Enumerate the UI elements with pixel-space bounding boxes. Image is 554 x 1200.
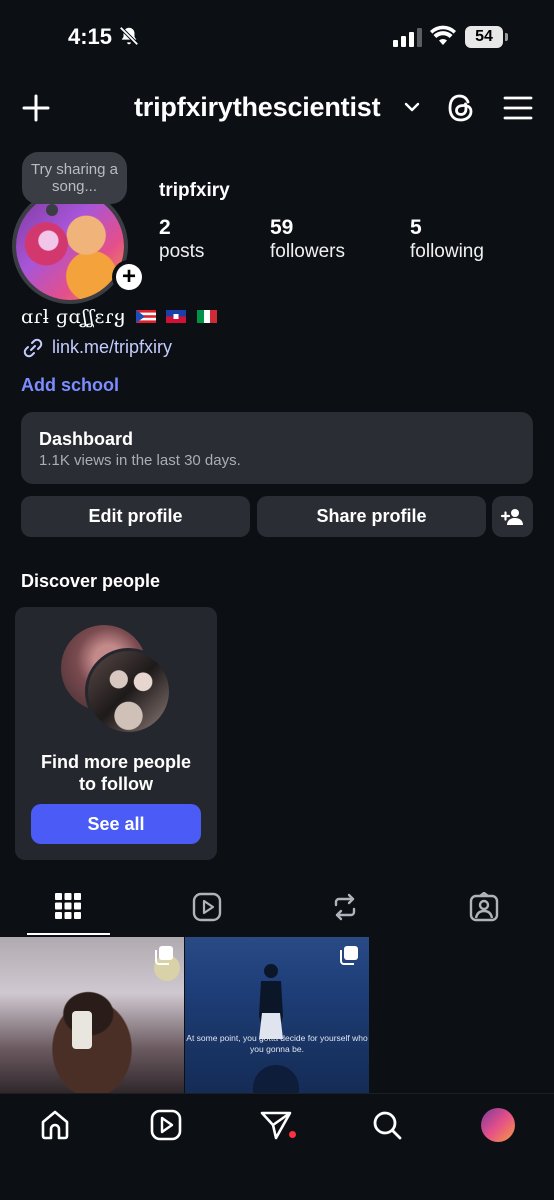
- discover-people-button[interactable]: [492, 496, 533, 537]
- threads-icon[interactable]: [444, 91, 478, 125]
- chevron-down-icon[interactable]: [403, 100, 421, 114]
- avatar-image: [16, 192, 124, 300]
- notification-dot: [289, 1131, 296, 1138]
- battery-icon: 54: [465, 26, 509, 48]
- puerto-rico-flag-icon: [135, 310, 156, 323]
- discover-card-text: Find more people to follow: [40, 752, 191, 794]
- note-text: Try sharing a song...: [31, 161, 118, 195]
- grid-icon: [55, 893, 81, 919]
- link-icon: [23, 338, 43, 358]
- menu-icon[interactable]: [503, 94, 533, 122]
- reposts-icon: [334, 893, 356, 921]
- stat-label: followers: [270, 241, 345, 262]
- post-thumbnail[interactable]: [0, 937, 184, 1097]
- bio-text: ɑɾƚ ɡɑʆʆɛɾყ: [21, 306, 126, 328]
- profile-tabs: [0, 880, 554, 936]
- profile-avatar-tab[interactable]: [481, 1108, 515, 1142]
- signal-icon: [393, 28, 422, 47]
- tab-posts-grid[interactable]: [14, 880, 124, 936]
- tab-tagged[interactable]: [429, 880, 539, 936]
- plus-icon[interactable]: [20, 92, 52, 124]
- edit-profile-button[interactable]: Edit profile: [21, 496, 250, 537]
- professional-dashboard[interactable]: Dashboard 1.1K views in the last 30 days…: [21, 412, 533, 484]
- multiple-photos-icon: [155, 946, 173, 965]
- note-bubble[interactable]: Try sharing a song...: [22, 152, 127, 216]
- stat-posts[interactable]: 2 posts: [159, 216, 204, 264]
- multiple-photos-icon: [340, 946, 358, 965]
- share-profile-button[interactable]: Share profile: [257, 496, 486, 537]
- add-story-button[interactable]: +: [112, 260, 146, 294]
- stat-value: 5: [410, 216, 422, 239]
- post-caption: At some point, you gotta decide for your…: [186, 1033, 368, 1054]
- stat-label: posts: [159, 241, 205, 262]
- active-tab-indicator: [27, 933, 110, 935]
- stat-label: following: [410, 241, 484, 262]
- add-person-icon: [501, 509, 523, 525]
- stat-following[interactable]: 5 following: [410, 216, 484, 264]
- italy-flag-icon: [196, 310, 217, 323]
- link-text[interactable]: link.me/tripfxiry: [52, 336, 172, 358]
- status-bar: 4:15 54: [0, 0, 554, 74]
- battery-level: 54: [465, 26, 503, 48]
- suggested-avatar-front: [85, 648, 172, 735]
- post-thumbnail[interactable]: At some point, you gotta decide for your…: [185, 937, 369, 1097]
- direct-message-icon[interactable]: [259, 1108, 293, 1142]
- dashboard-title: Dashboard: [39, 429, 134, 449]
- avatar-ring: [12, 188, 128, 304]
- profile-header: tripfxirythescientist: [0, 84, 554, 134]
- search-icon[interactable]: [370, 1108, 404, 1142]
- silhouette-figure: [259, 964, 283, 1041]
- haiti-flag-icon: [166, 310, 187, 323]
- reels-icon[interactable]: [149, 1108, 183, 1142]
- posts-grid: At some point, you gotta decide for your…: [0, 937, 554, 1097]
- account-switcher-username[interactable]: tripfxirythescientist: [134, 92, 381, 123]
- dashboard-subtitle: 1.1K views in the last 30 days.: [39, 452, 241, 469]
- see-all-button[interactable]: See all: [31, 804, 201, 844]
- reels-icon: [192, 892, 222, 922]
- discover-card: Find more people to follow See all: [15, 607, 217, 860]
- tagged-icon: [469, 892, 499, 922]
- profile-bio: ɑɾƚ ɡɑʆʆɛɾყ: [21, 306, 217, 328]
- tab-reposts[interactable]: [290, 880, 400, 936]
- tab-reels[interactable]: [152, 880, 262, 936]
- profile-avatar[interactable]: +: [12, 188, 146, 304]
- status-time: 4:15: [68, 24, 113, 49]
- home-icon[interactable]: [38, 1108, 72, 1142]
- stat-value: 59: [270, 216, 294, 239]
- stat-followers[interactable]: 59 followers: [270, 216, 345, 264]
- profile-name: tripfxiry: [159, 180, 230, 201]
- bottom-navigation: [0, 1093, 554, 1200]
- bell-muted-icon: [119, 26, 139, 46]
- wifi-icon: [430, 25, 456, 45]
- discover-people-title: Discover people: [21, 571, 161, 591]
- add-school-link[interactable]: Add school: [21, 375, 119, 396]
- stat-value: 2: [159, 216, 171, 239]
- plus-icon: +: [116, 264, 142, 290]
